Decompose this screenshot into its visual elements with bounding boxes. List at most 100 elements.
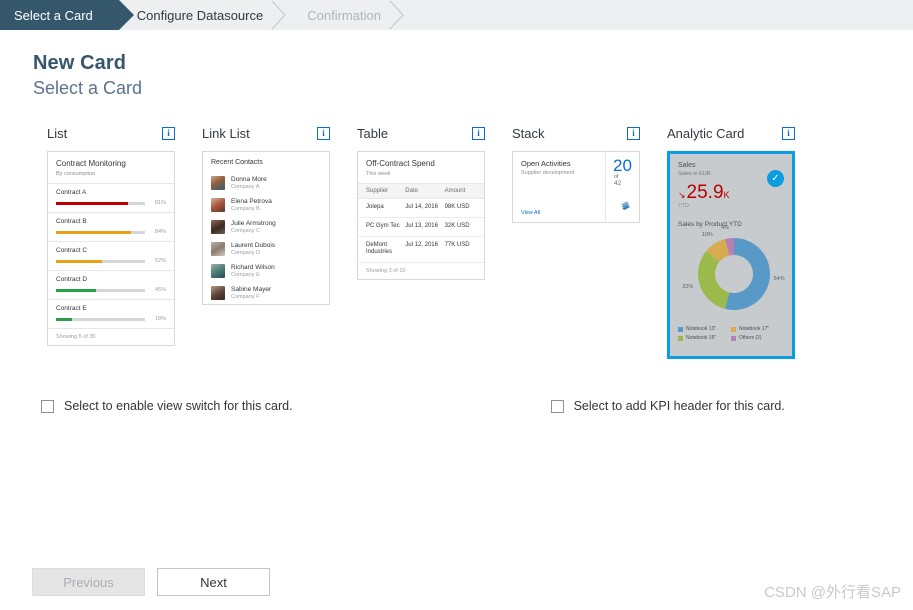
card-option-header: Stack i: [512, 126, 640, 141]
contact-company: Company A: [231, 184, 260, 190]
cell-amount: 77K USD: [444, 241, 470, 248]
cell-date: Jul 14, 2016: [405, 204, 438, 210]
kpi-header-checkbox[interactable]: [550, 399, 564, 413]
kpi-unit: K: [723, 190, 730, 200]
list-item-bar: 45%: [56, 287, 166, 293]
stack-card-title: Open Activities: [521, 159, 571, 168]
list-item-label: Contract C: [56, 247, 88, 254]
card-option-list[interactable]: List i Contract Monitoring By consumptio…: [47, 126, 202, 359]
legend-swatch: [678, 335, 683, 341]
cell-date: Jul 13, 2016: [405, 222, 438, 229]
list-card-subtitle: By consumption: [56, 171, 96, 177]
list-item-label: Contract A: [56, 189, 87, 196]
info-icon[interactable]: i: [782, 127, 795, 140]
list-item-percent: 84%: [154, 229, 166, 235]
legend-label: Notebook 17": [739, 326, 770, 332]
donut-slice: [698, 251, 730, 309]
list-item: Contract D 45%: [48, 270, 174, 299]
stack-total: 42: [614, 180, 622, 188]
card-option-analytic-card[interactable]: Analytic Card i Sales Sales in EUR ↘ 25.…: [667, 126, 822, 359]
list-item: Contract A 81%: [48, 183, 174, 212]
card-option-stack[interactable]: Stack i Open Activities Supplier develop…: [512, 126, 667, 359]
cell-supplier: Jolepa: [366, 204, 384, 210]
wizard-step-label: Confirmation: [307, 7, 381, 23]
list-item: Contract E 18%: [48, 299, 174, 328]
contact-name: Donna More: [231, 176, 267, 183]
list-item-bar: 18%: [56, 316, 166, 322]
avatar: [211, 242, 225, 256]
table-card-preview[interactable]: Off-Contract Spend This week Supplier Da…: [357, 151, 485, 281]
analytic-card-title: Sales: [678, 162, 696, 169]
progress-fill: [56, 259, 103, 263]
legend-label: Notebook 13": [686, 326, 717, 332]
analytic-card-preview[interactable]: Sales Sales in EUR ↘ 25.9 K YTD ✓ Sales …: [667, 151, 795, 359]
wizard-step-confirmation: Confirmation: [289, 0, 407, 30]
wizard-footer: Previous Next CSDN @外行看SAP: [0, 554, 913, 610]
card-option-link-list[interactable]: Link List i Recent Contacts Donna More C…: [202, 126, 357, 359]
wizard-step-configure-datasource[interactable]: Configure Datasource: [119, 0, 289, 30]
list-item-label: Contract D: [56, 276, 88, 283]
slice-label: 54%: [773, 275, 785, 282]
step-arrow-icon: [118, 0, 134, 30]
table-card-header: Off-Contract Spend This week: [358, 152, 484, 183]
legend-swatch: [731, 326, 736, 332]
legend-item: Notebook 17": [731, 326, 784, 332]
donut-chart: 54% 32% 10% 4%: [678, 225, 785, 322]
card-option-header: Link List i: [202, 126, 330, 141]
page-title: New Card: [33, 52, 127, 74]
wizard-step-label: Configure Datasource: [136, 7, 264, 23]
list-item: Sabine Mayer Company F: [203, 282, 329, 304]
table-card-title: Off-Contract Spend: [366, 159, 435, 168]
list-item: Laurent Dubois Company D: [203, 238, 329, 260]
stack-card-body: Open Activities Supplier development Vie…: [513, 152, 605, 222]
avatar: [211, 264, 225, 278]
next-button[interactable]: Next: [157, 568, 270, 596]
list-item-percent: 18%: [154, 316, 166, 322]
legend-swatch: [678, 326, 683, 332]
card-option-table[interactable]: Table i Off-Contract Spend This week Sup…: [357, 126, 512, 359]
info-icon[interactable]: i: [472, 127, 485, 140]
wizard-step-select-a-card[interactable]: Select a Card: [0, 0, 134, 30]
list-item-percent: 52%: [154, 258, 166, 264]
view-all-link[interactable]: View All: [521, 210, 540, 216]
info-icon[interactable]: i: [627, 127, 640, 140]
contact-name: Richard Wilson: [231, 264, 275, 271]
info-icon[interactable]: i: [162, 127, 175, 140]
contact-company: Company B: [231, 206, 260, 212]
legend-swatch: [731, 335, 736, 341]
contact-company: Company C: [231, 228, 261, 234]
card-option-title: Link List: [202, 126, 250, 141]
list-card-footer: Showing 5 of 35: [48, 328, 174, 345]
list-card-preview[interactable]: Contract Monitoring By consumption Contr…: [47, 151, 175, 346]
progress-fill: [56, 201, 129, 205]
chevron-right-icon: [389, 0, 405, 30]
card-option-title: Stack: [512, 126, 545, 141]
previous-button[interactable]: Previous: [32, 568, 145, 596]
list-item: Contract C 52%: [48, 241, 174, 270]
analytic-card-header: Sales Sales in EUR ↘ 25.9 K YTD ✓: [678, 162, 784, 209]
list-card-header: Contract Monitoring By consumption: [48, 152, 174, 183]
view-switch-checkbox[interactable]: [41, 399, 54, 413]
chart-legend: Notebook 13" Notebook 17" Notebook 15" O…: [678, 326, 784, 341]
list-item: Elena Petrova Company B: [203, 194, 329, 216]
list-item: Contract B 84%: [48, 212, 174, 241]
avatar: [211, 286, 225, 300]
list-item-label: Contract B: [56, 218, 87, 225]
list-item-percent: 45%: [154, 287, 166, 293]
table-card-subtitle: This week: [366, 171, 391, 177]
avatar: [211, 198, 225, 212]
contact-name: Julie Armstrong: [231, 220, 276, 227]
legend-label: Notebook 15": [686, 335, 717, 341]
list-item-bar: 52%: [56, 258, 166, 264]
watermark: CSDN @外行看SAP: [764, 584, 901, 601]
avatar: [211, 176, 225, 190]
info-icon[interactable]: i: [317, 127, 330, 140]
stack-card-preview[interactable]: Open Activities Supplier development Vie…: [512, 151, 640, 223]
slice-label: 4%: [721, 225, 730, 232]
legend-item: Notebook 15": [678, 335, 731, 341]
progress-fill: [56, 230, 131, 234]
link-list-card-preview[interactable]: Recent Contacts Donna More Company A Ele…: [202, 151, 330, 305]
kpi-header-option[interactable]: Select to add KPI header for this card.: [550, 399, 785, 413]
progress-track: [56, 201, 145, 205]
view-switch-option[interactable]: Select to enable view switch for this ca…: [41, 399, 293, 413]
